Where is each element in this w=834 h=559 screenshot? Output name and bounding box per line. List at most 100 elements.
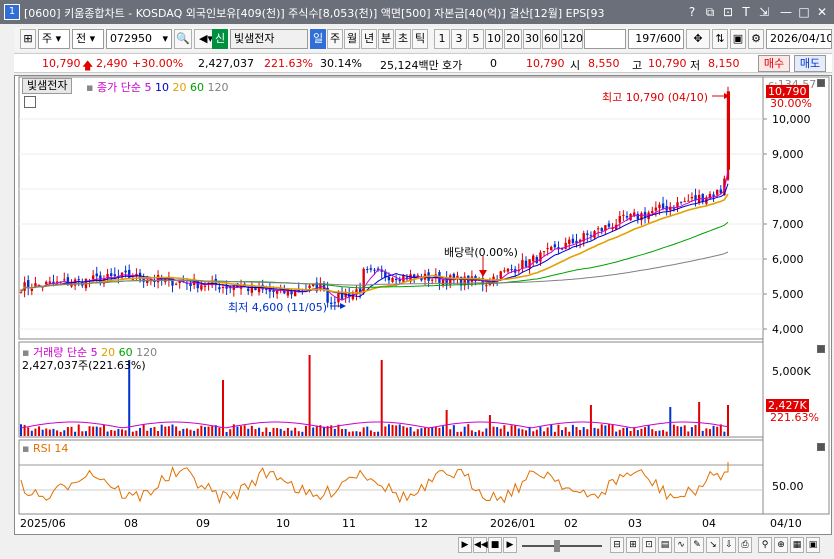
volume-bar <box>34 428 37 436</box>
volume-bar <box>92 426 95 436</box>
image-icon[interactable]: ▤ <box>658 537 672 553</box>
download-icon[interactable]: ⇩ <box>722 537 736 553</box>
volume-bar <box>20 424 22 436</box>
volume-bar <box>694 425 697 436</box>
candle-body <box>676 202 679 208</box>
volume-bar <box>607 424 610 436</box>
candle-body <box>369 268 373 270</box>
volume-bar <box>424 427 426 436</box>
price-close-icon[interactable] <box>817 79 825 87</box>
scroll-right-icon[interactable]: ▶ <box>458 537 472 553</box>
zoom-slider-thumb[interactable] <box>554 540 560 552</box>
volume-bar <box>113 430 116 436</box>
candle-body <box>366 269 369 271</box>
volume-bar <box>124 430 127 436</box>
volume-bar <box>413 431 416 436</box>
zoom-out-icon[interactable]: ⊟ <box>610 537 624 553</box>
volume-bar <box>355 431 358 436</box>
volume-bar <box>431 427 434 436</box>
candle-body <box>431 279 434 281</box>
volume-bar <box>582 427 585 436</box>
volume-bar <box>283 430 286 436</box>
candle-body <box>564 242 567 249</box>
volume-bar <box>121 429 123 436</box>
volume-bar <box>445 410 448 436</box>
candle-body <box>218 287 221 290</box>
candle-body <box>589 235 593 237</box>
volume-bar <box>261 431 264 436</box>
print-icon[interactable]: ⎙ <box>738 537 752 553</box>
x-tick-12: 12 <box>414 517 428 530</box>
rsi-close-icon[interactable] <box>817 443 825 451</box>
volume-bar <box>680 426 683 436</box>
x-tick-03: 03 <box>628 517 642 530</box>
volume-bar <box>539 426 542 436</box>
stock-tab[interactable]: 빛샘전자 <box>22 78 73 94</box>
volume-bar <box>615 431 618 436</box>
candle-body <box>658 204 661 209</box>
volume-bar <box>485 428 488 436</box>
volume-bar <box>525 430 527 436</box>
volume-bar <box>640 428 643 436</box>
volume-bar <box>99 427 102 436</box>
stop-icon[interactable]: ■ <box>488 537 502 553</box>
volume-bar <box>593 427 596 436</box>
search-icon[interactable]: ⚲ <box>758 537 772 553</box>
volume-bar <box>669 407 672 436</box>
volume-bar <box>561 430 564 436</box>
volume-bar <box>503 425 506 436</box>
arrow-icon[interactable]: ↘ <box>706 537 720 553</box>
scroll-rewind-icon[interactable]: ◀◀ <box>473 537 488 553</box>
rsi-panel-frame <box>18 439 764 515</box>
export-icon[interactable]: ▣ <box>806 537 820 553</box>
grid-toggle-icon[interactable] <box>24 96 36 108</box>
scroll-bar[interactable]: ▶ ◀◀ ■ ▶ ⊟ ⊞ ⊡ ▤ ∿ ✎ ↘ ⇩ ⎙ ⚲ ⊕ ▦ ▣ <box>14 536 832 556</box>
volume-bar <box>654 431 657 436</box>
zoom-slider[interactable] <box>522 545 602 547</box>
volume-bar <box>644 427 647 436</box>
volume-bar <box>514 425 517 436</box>
x-tick-2026-01: 2026/01 <box>490 517 536 530</box>
volume-bar <box>110 430 113 436</box>
volume-bar <box>618 429 621 436</box>
candle-body <box>337 292 340 303</box>
high-annotation: 최고 10,790 (04/10) <box>602 91 709 104</box>
candle-body <box>672 208 676 210</box>
volume-bar <box>178 430 181 436</box>
zoom-tool-icon[interactable]: ⊕ <box>774 537 788 553</box>
draw-icon[interactable]: ✎ <box>690 537 704 553</box>
zoom-in-icon[interactable]: ⊞ <box>626 537 640 553</box>
volume-bar <box>499 428 502 436</box>
volume-bar <box>604 425 607 436</box>
volume-bar <box>344 429 347 436</box>
volume-bar <box>380 360 383 436</box>
volume-bar <box>517 428 520 436</box>
volume-bar <box>629 430 632 436</box>
volume-bar <box>687 431 690 436</box>
candle-body <box>600 228 603 231</box>
play-icon[interactable]: ▶ <box>503 537 517 553</box>
volume-bar <box>521 429 524 436</box>
volume-bar <box>456 431 459 436</box>
volume-bar <box>698 402 701 436</box>
legend-simple: 단순 <box>120 81 141 94</box>
layout-icon[interactable]: ▦ <box>790 537 804 553</box>
volume-bar <box>716 426 719 436</box>
volume-bar <box>348 431 351 436</box>
volume-bar <box>149 427 152 436</box>
rsi-legend: ▪ RSI 14 <box>22 442 68 455</box>
volume-bar <box>708 429 711 436</box>
volume-bar <box>185 428 188 436</box>
volume-bar <box>564 427 567 436</box>
fit-icon[interactable]: ⊡ <box>642 537 656 553</box>
volume-bar <box>438 427 441 436</box>
candle-body <box>387 276 391 281</box>
volume-bar <box>463 426 466 436</box>
volume-bar <box>395 425 398 436</box>
volume-close-icon[interactable] <box>817 345 825 353</box>
volume-bar <box>297 431 300 436</box>
volume-bar <box>157 430 160 436</box>
chart-icon[interactable]: ∿ <box>674 537 688 553</box>
volume-bar <box>535 429 538 436</box>
candle-body <box>532 255 535 262</box>
